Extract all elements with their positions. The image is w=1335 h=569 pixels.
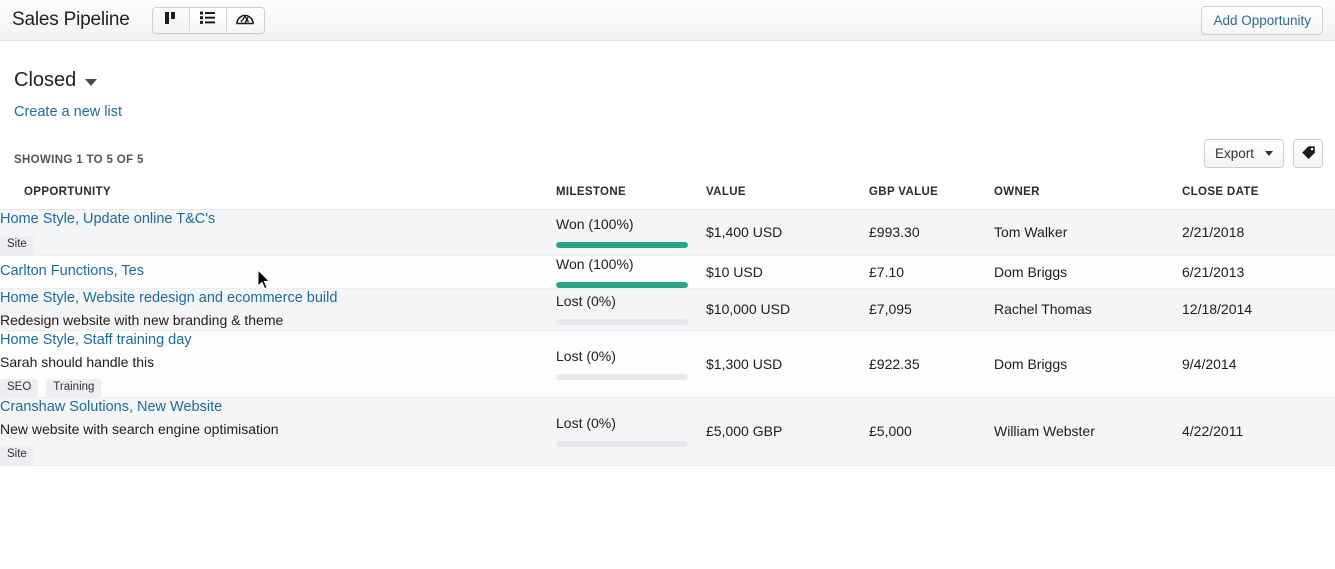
chevron-down-icon: [1265, 151, 1273, 156]
milestone-label: Lost (0%): [556, 347, 616, 364]
create-new-list-link[interactable]: Create a new list: [14, 104, 1321, 120]
cell-owner: William Webster: [994, 397, 1182, 466]
tag-list: Site: [0, 236, 556, 255]
cell-gbp-value: £7.10: [869, 255, 994, 289]
opportunity-link[interactable]: Home Style, Staff training day: [0, 331, 556, 350]
cell-close-date: 12/18/2014: [1182, 288, 1335, 331]
table-row[interactable]: Home Style, Website redesign and ecommer…: [0, 288, 1335, 331]
cell-milestone: Lost (0%): [556, 288, 706, 331]
milestone-label: Won (100%): [556, 255, 634, 272]
opportunity-description: Redesign website with new branding & the…: [0, 311, 284, 328]
showing-count: SHOWING 1 TO 5 OF 5: [14, 154, 144, 166]
opportunity-link[interactable]: Home Style, Website redesign and ecommer…: [0, 289, 556, 308]
list-header: Closed Create a new list: [0, 41, 1335, 120]
cell-owner: Rachel Thomas: [994, 288, 1182, 331]
chevron-down-icon: [85, 78, 98, 86]
cell-value: $10 USD: [706, 255, 869, 289]
cell-value: $1,300 USD: [706, 330, 869, 398]
milestone-progress-fill: [556, 281, 688, 288]
milestone-progress-fill: [556, 242, 688, 249]
cell-milestone: Lost (0%): [556, 330, 706, 398]
cell-milestone: Won (100%): [556, 209, 706, 256]
tag-icon: [1301, 145, 1316, 163]
milestone-progress-bar: [556, 281, 688, 288]
cell-gbp-value: £5,000: [869, 397, 994, 466]
column-header-close-date[interactable]: CLOSE DATE: [1182, 176, 1335, 210]
list-selector[interactable]: Closed: [14, 69, 98, 92]
milestone-label: Lost (0%): [556, 293, 616, 309]
column-header-owner[interactable]: OWNER: [994, 176, 1182, 210]
list-toolbar: SHOWING 1 TO 5 OF 5 Export: [0, 139, 1335, 176]
table-header: OPPORTUNITY MILESTONE VALUE GBP VALUE OW…: [0, 176, 1335, 210]
toolbar-actions: Export: [1203, 139, 1323, 168]
tag-chip[interactable]: Site: [0, 236, 34, 255]
gauge-icon: [236, 11, 254, 30]
milestone-progress-bar: [556, 441, 688, 448]
list-icon: [200, 11, 216, 29]
dashboard-view-button[interactable]: [226, 7, 264, 33]
milestone-progress-bar: [556, 373, 688, 380]
export-label: Export: [1214, 146, 1254, 161]
page-title: Sales Pipeline: [12, 9, 130, 30]
cell-owner: Tom Walker: [994, 209, 1182, 256]
add-opportunity-button[interactable]: Add Opportunity: [1201, 6, 1323, 35]
cell-value: £5,000 GBP: [706, 397, 869, 466]
board-icon: [164, 11, 178, 30]
cell-close-date: 4/22/2011: [1182, 397, 1335, 466]
tag-list: SEO Training: [0, 378, 556, 397]
cell-opportunity: Home Style, Website redesign and ecommer…: [0, 288, 556, 331]
tag-chip[interactable]: Site: [0, 446, 34, 465]
opportunity-link[interactable]: Home Style, Update online T&C's: [0, 210, 556, 229]
cell-opportunity: Cranshaw Solutions, New Website New websi…: [0, 397, 556, 466]
cell-value: $1,400 USD: [706, 209, 869, 256]
cell-owner: Dom Briggs: [994, 330, 1182, 398]
opportunity-link[interactable]: Cranshaw Solutions, New Website: [0, 398, 556, 417]
export-button[interactable]: Export: [1203, 139, 1284, 168]
add-opportunity-label: Add Opportunity: [1213, 13, 1311, 28]
column-header-milestone[interactable]: MILESTONE: [556, 176, 706, 210]
list-name: Closed: [14, 69, 77, 91]
opportunities-table: OPPORTUNITY MILESTONE VALUE GBP VALUE OW…: [0, 176, 1335, 466]
milestone-label: Lost (0%): [556, 415, 616, 432]
milestone-progress-bar: [556, 319, 688, 325]
tag-chip[interactable]: Training: [46, 378, 102, 397]
cell-gbp-value: £922.35: [869, 330, 994, 398]
sales-pipeline-page: Sales Pipeline Add Opportunity Closed Cr…: [0, 0, 1335, 569]
cell-gbp-value: £7,095: [869, 288, 994, 331]
table-row[interactable]: Home Style, Update online T&C's Site Won (…: [0, 209, 1335, 256]
cell-close-date: 2/21/2018: [1182, 209, 1335, 256]
cell-milestone: Won (100%): [556, 255, 706, 289]
cell-opportunity: Carlton Functions, Tes: [0, 255, 556, 289]
board-view-button[interactable]: [152, 7, 190, 33]
column-header-opportunity[interactable]: OPPORTUNITY: [0, 176, 556, 210]
opportunity-link[interactable]: Carlton Functions, Tes: [0, 262, 556, 281]
table-body: Home Style, Update online T&C's Site Won (…: [0, 209, 1335, 466]
cell-opportunity: Home Style, Staff training day Sarah shou…: [0, 330, 556, 398]
cell-close-date: 9/4/2014: [1182, 330, 1335, 398]
list-view-button[interactable]: [189, 7, 227, 33]
cell-owner: Dom Briggs: [994, 255, 1182, 289]
cell-value: $10,000 USD: [706, 288, 869, 331]
tag-chip[interactable]: SEO: [0, 378, 39, 397]
cell-close-date: 6/21/2013: [1182, 255, 1335, 289]
cell-milestone: Lost (0%): [556, 397, 706, 466]
tag-button[interactable]: [1293, 139, 1323, 168]
column-header-gbp-value[interactable]: GBP VALUE: [869, 176, 994, 210]
view-switcher: [151, 6, 265, 34]
table-header-row: OPPORTUNITY MILESTONE VALUE GBP VALUE OW…: [0, 176, 1335, 210]
top-bar: Sales Pipeline Add Opportunity: [0, 0, 1335, 41]
milestone-label: Won (100%): [556, 216, 634, 233]
opportunity-description: New website with search engine optimisat…: [0, 421, 279, 437]
tag-list: Site: [0, 446, 556, 465]
table-row[interactable]: Carlton Functions, Tes Won (100%) $10 USD £…: [0, 255, 1335, 289]
cell-gbp-value: £993.30: [869, 209, 994, 256]
opportunity-description: Sarah should handle this: [0, 353, 155, 370]
milestone-progress-bar: [556, 242, 688, 249]
cell-opportunity: Home Style, Update online T&C's Site: [0, 209, 556, 256]
table-row[interactable]: Cranshaw Solutions, New Website New websi…: [0, 397, 1335, 466]
column-header-value[interactable]: VALUE: [706, 176, 869, 210]
table-row[interactable]: Home Style, Staff training day Sarah shou…: [0, 330, 1335, 398]
